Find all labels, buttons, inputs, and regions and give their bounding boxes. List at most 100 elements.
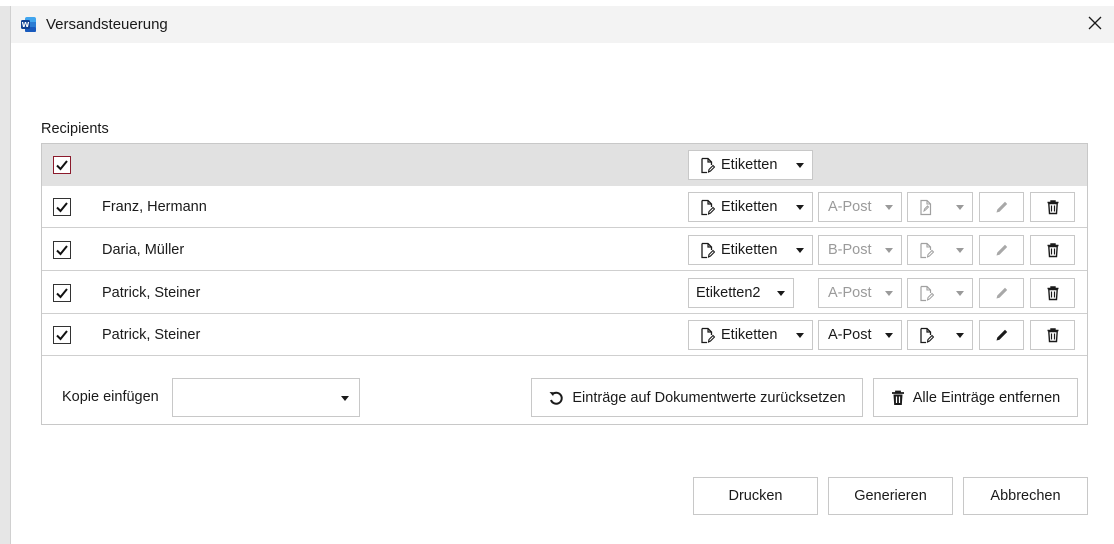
copy-select[interactable]: [172, 378, 360, 417]
svg-text:W: W: [22, 21, 30, 29]
trash-icon: [1047, 328, 1058, 343]
document-edit-icon: [701, 157, 715, 173]
trash-icon: [1047, 243, 1058, 258]
generate-button[interactable]: Generieren: [828, 477, 953, 515]
table-row: Franz, Hermann Etiketten A-Post: [42, 186, 1087, 228]
select-all-checkbox[interactable]: [53, 156, 71, 174]
print-button[interactable]: Drucken: [693, 477, 818, 515]
checkmark-icon: [56, 160, 68, 171]
recipients-label: Recipients: [41, 121, 109, 137]
close-button[interactable]: [1075, 6, 1114, 43]
post-label: A-Post: [828, 199, 872, 215]
table-row: Patrick, Steiner Etiketten A-Post: [42, 314, 1087, 356]
type-label: Etiketten2: [696, 285, 761, 301]
pencil-icon: [996, 201, 1007, 213]
chevron-down-icon: [885, 333, 893, 338]
remove-all-label: Alle Einträge entfernen: [912, 389, 1061, 406]
window-title: Versandsteuerung: [46, 16, 168, 33]
row-checkbox[interactable]: [53, 326, 71, 344]
delete-button[interactable]: [1030, 235, 1075, 265]
word-icon: W: [20, 16, 37, 33]
chevron-down-icon: [885, 291, 893, 296]
chevron-down-icon: [796, 333, 804, 338]
recipient-name: Daria, Müller: [102, 242, 185, 258]
delete-button[interactable]: [1030, 320, 1075, 350]
post-label: A-Post: [828, 285, 872, 301]
type-label: Etiketten: [721, 242, 778, 258]
row-checkbox[interactable]: [53, 198, 71, 216]
trash-icon: [1047, 200, 1058, 215]
recipient-name: Patrick, Steiner: [102, 285, 201, 301]
header-type-label: Etiketten: [721, 157, 778, 173]
chevron-down-icon: [796, 205, 804, 210]
document-edit-icon: [920, 285, 934, 301]
type-dropdown[interactable]: Etiketten: [688, 320, 813, 350]
reset-entries-button[interactable]: Einträge auf Dokumentwerte zurücksetzen: [531, 378, 863, 417]
pencil-icon: [996, 287, 1007, 299]
checkmark-icon: [56, 202, 68, 213]
document-dropdown[interactable]: [907, 320, 973, 350]
chevron-down-icon: [777, 291, 785, 296]
post-label: A-Post: [828, 327, 872, 343]
document-edit-icon: [920, 242, 934, 258]
chevron-down-icon: [956, 205, 964, 210]
close-icon: [1088, 16, 1102, 34]
document-icon: [920, 199, 932, 215]
document-dropdown[interactable]: [907, 278, 973, 308]
document-edit-icon: [701, 199, 715, 215]
chevron-down-icon: [796, 248, 804, 253]
row-checkbox[interactable]: [53, 284, 71, 302]
dialog-window: W Versandsteuerung Recipients Etiketten: [10, 6, 1114, 544]
chevron-down-icon: [885, 205, 893, 210]
type-label: Etiketten: [721, 199, 778, 215]
recipients-grid: Etiketten Franz, Hermann Etiketten A-Pos…: [41, 143, 1088, 425]
post-dropdown[interactable]: A-Post: [818, 192, 902, 222]
edit-button[interactable]: [979, 192, 1024, 222]
edit-button[interactable]: [979, 320, 1024, 350]
cancel-button[interactable]: Abbrechen: [963, 477, 1088, 515]
row-checkbox[interactable]: [53, 241, 71, 259]
pencil-icon: [996, 244, 1007, 256]
delete-button[interactable]: [1030, 192, 1075, 222]
background-strip: [0, 0, 10, 544]
chevron-down-icon: [956, 333, 964, 338]
type-dropdown[interactable]: Etiketten: [688, 192, 813, 222]
reset-entries-label: Einträge auf Dokumentwerte zurücksetzen: [572, 389, 846, 406]
post-dropdown[interactable]: A-Post: [818, 320, 902, 350]
edit-button[interactable]: [979, 278, 1024, 308]
grid-footer: Kopie einfügen Einträge auf Dokumentwert…: [42, 357, 1087, 424]
post-dropdown[interactable]: A-Post: [818, 278, 902, 308]
title-bar: W Versandsteuerung: [11, 6, 1114, 43]
post-label: B-Post: [828, 242, 872, 258]
checkmark-icon: [56, 245, 68, 256]
delete-button[interactable]: [1030, 278, 1075, 308]
undo-icon: [549, 391, 564, 405]
recipient-name: Franz, Hermann: [102, 199, 207, 215]
chevron-down-icon: [341, 396, 349, 401]
remove-all-button[interactable]: Alle Einträge entfernen: [873, 378, 1078, 417]
type-dropdown[interactable]: Etiketten2: [688, 278, 794, 308]
recipient-name: Patrick, Steiner: [102, 327, 201, 343]
type-label: Etiketten: [721, 327, 778, 343]
type-dropdown[interactable]: Etiketten: [688, 235, 813, 265]
checkmark-icon: [56, 288, 68, 299]
trash-icon: [1047, 286, 1058, 301]
document-edit-icon: [701, 327, 715, 343]
table-row: Daria, Müller Etiketten B-Post: [42, 229, 1087, 271]
document-dropdown[interactable]: [907, 235, 973, 265]
table-row: Patrick, Steiner Etiketten2 A-Post: [42, 272, 1087, 314]
chevron-down-icon: [796, 163, 804, 168]
copy-label: Kopie einfügen: [62, 389, 159, 405]
header-type-dropdown[interactable]: Etiketten: [688, 150, 813, 180]
document-dropdown[interactable]: [907, 192, 973, 222]
document-edit-icon: [701, 242, 715, 258]
grid-header-row: Etiketten: [42, 144, 1087, 186]
chevron-down-icon: [956, 291, 964, 296]
document-edit-icon: [920, 327, 934, 343]
chevron-down-icon: [956, 248, 964, 253]
trash-icon: [891, 390, 904, 405]
pencil-icon: [996, 329, 1007, 341]
post-dropdown[interactable]: B-Post: [818, 235, 902, 265]
checkmark-icon: [56, 330, 68, 341]
edit-button[interactable]: [979, 235, 1024, 265]
